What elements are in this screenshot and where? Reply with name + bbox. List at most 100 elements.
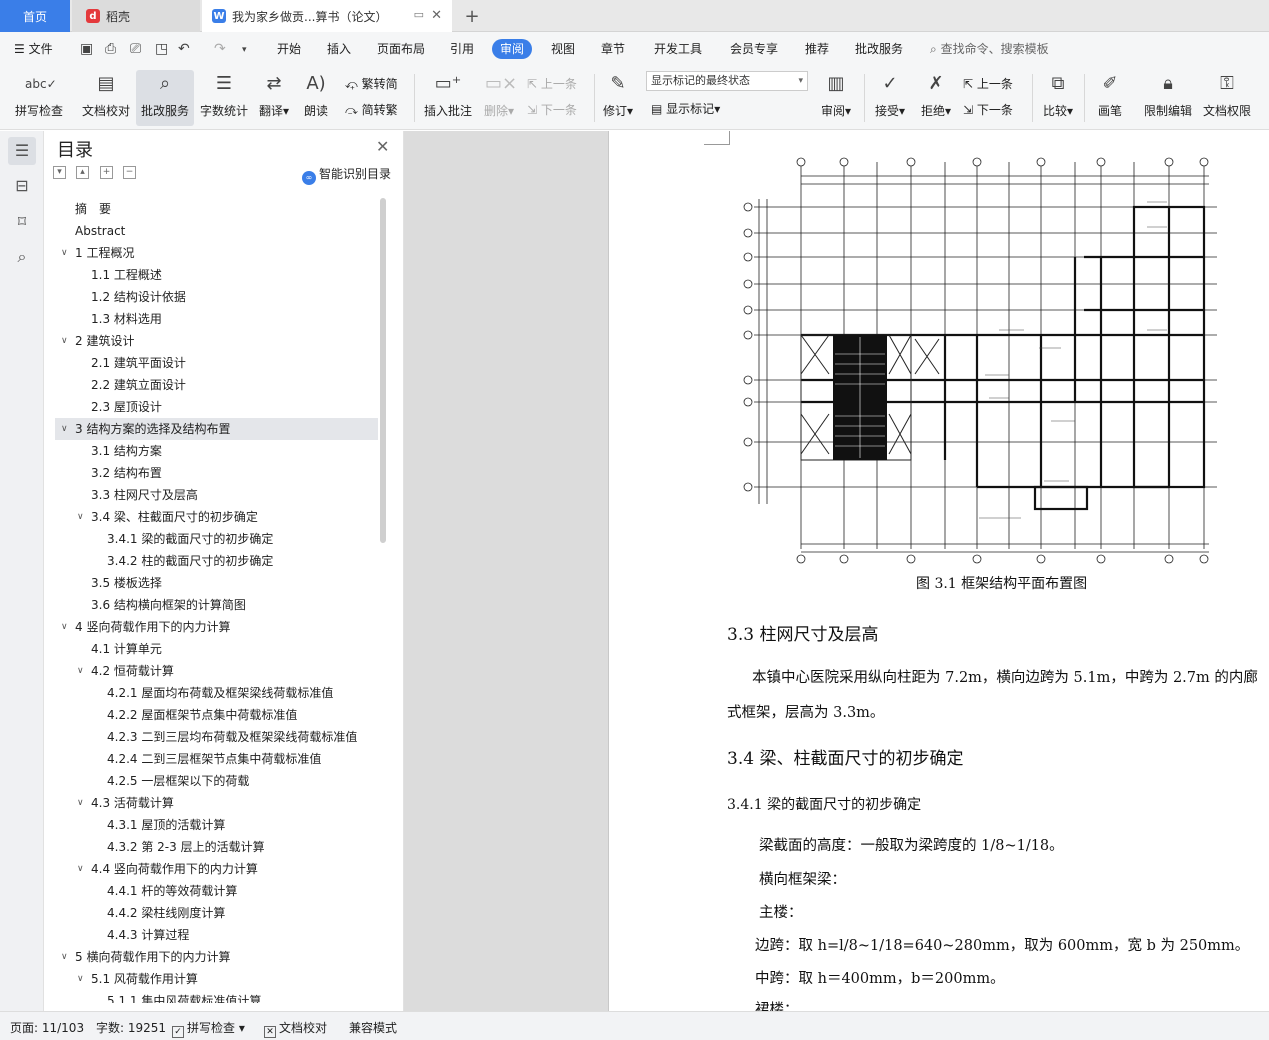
word-count-indicator[interactable]: 字数: 19251	[96, 1019, 166, 1036]
toc-item[interactable]: 3.5 楼板选择	[55, 572, 378, 594]
export-icon[interactable]: ⎙	[105, 41, 116, 57]
menu-chapter[interactable]: 章节	[601, 39, 625, 59]
next-change-button[interactable]: ⇲ 下一条	[963, 101, 1013, 118]
toc-item[interactable]: 3.2 结构布置	[55, 462, 378, 484]
toc-item[interactable]: 5.1.1 集中风荷载标准值计算	[55, 990, 378, 1003]
expand-all-icon[interactable]: ▴	[76, 166, 89, 179]
toc-item[interactable]: ∨ 5 横向荷载作用下的内力计算	[55, 946, 378, 968]
preview-icon[interactable]: ◳	[155, 41, 168, 57]
translate-button[interactable]: ⇄ 翻译▾	[256, 70, 292, 119]
prev-change-button[interactable]: ⇱ 上一条	[963, 75, 1013, 92]
chevron-down-icon[interactable]: ∨	[61, 418, 68, 440]
read-aloud-button[interactable]: A) 朗读	[300, 70, 332, 119]
scrollbar-thumb[interactable]	[380, 198, 386, 543]
toc-item[interactable]: 2.2 建筑立面设计	[55, 374, 378, 396]
menu-page-layout[interactable]: 页面布局	[377, 39, 425, 59]
toc-icon[interactable]: ☰	[8, 137, 36, 165]
chevron-down-icon[interactable]: ∨	[61, 242, 68, 264]
toc-item[interactable]: 3.4.1 梁的截面尺寸的初步确定	[55, 528, 378, 550]
chevron-down-icon[interactable]: ∨	[61, 946, 68, 968]
menu-insert[interactable]: 插入	[327, 39, 351, 59]
save-icon[interactable]: ▣	[80, 41, 93, 57]
next-comment-button[interactable]: ⇲ 下一条	[527, 101, 577, 118]
toc-item[interactable]: 1.1 工程概述	[55, 264, 378, 286]
remove-heading-icon[interactable]: −	[123, 166, 136, 179]
toc-item[interactable]: 4.3.2 第 2-3 层上的活载计算	[55, 836, 378, 858]
toc-item[interactable]: ∨ 5.1 风荷载作用计算	[55, 968, 378, 990]
close-icon[interactable]: ✕	[376, 137, 389, 156]
tab-home[interactable]: 首页	[0, 0, 70, 32]
menu-review[interactable]: 审阅	[492, 39, 533, 59]
trad-to-simp-button[interactable]: ⤽ 繁转简	[345, 75, 398, 92]
toc-item[interactable]: 4.2.5 一层框架以下的荷载	[55, 770, 378, 792]
toc-item[interactable]: ∨ 4 竖向荷载作用下的内力计算	[55, 616, 378, 638]
toc-item[interactable]: 3.4.2 柱的截面尺寸的初步确定	[55, 550, 378, 572]
toc-item[interactable]: ∨ 3.4 梁、柱截面尺寸的初步确定	[55, 506, 378, 528]
add-heading-icon[interactable]: +	[100, 166, 113, 179]
review-pane-button[interactable]: ▥ 审阅▾	[816, 70, 856, 119]
tab-daoke[interactable]: d 稻壳	[72, 0, 200, 32]
toc-item[interactable]: 4.2.3 二到三层均布荷载及框架梁线荷载标准值	[55, 726, 378, 748]
revise-button[interactable]: ✎ 修订▾	[600, 70, 636, 119]
close-tab-icon[interactable]: ✕	[431, 8, 442, 23]
toc-item[interactable]: 4.2.2 屋面框架节点集中荷载标准值	[55, 704, 378, 726]
show-markup-button[interactable]: ▤ 显示标记▾	[651, 100, 720, 117]
delete-comment-button[interactable]: ▭× 删除▾	[480, 70, 518, 119]
markup-state-select[interactable]: 显示标记的最终状态 ▾	[646, 71, 808, 91]
collapse-all-icon[interactable]: ▾	[53, 166, 66, 179]
toc-item[interactable]: 摘 要	[55, 198, 378, 220]
menu-start[interactable]: 开始	[277, 39, 301, 59]
restrict-edit-button[interactable]: 🔒︎ 限制编辑	[1140, 70, 1196, 119]
toc-item[interactable]: 4.2.1 屋面均布荷载及框架梁线荷载标准值	[55, 682, 378, 704]
smart-toc-button[interactable]: ∞ 智能识别目录	[302, 165, 391, 185]
toc-item[interactable]: ∨ 4.3 活荷载计算	[55, 792, 378, 814]
status-doc-check[interactable]: ✕ 文档校对	[264, 1019, 327, 1038]
chevron-down-icon[interactable]: ∨	[77, 660, 84, 682]
toc-item[interactable]: ∨ 4.4 竖向荷载作用下的内力计算	[55, 858, 378, 880]
chevron-down-icon[interactable]: ∨	[77, 506, 84, 528]
menu-review-service[interactable]: 批改服务	[855, 39, 903, 59]
menu-developer[interactable]: 开发工具	[654, 39, 702, 59]
window-icon[interactable]: ▭	[414, 8, 424, 21]
chevron-down-icon[interactable]: ∨	[61, 330, 68, 352]
word-count-button[interactable]: ☰ 字数统计	[198, 70, 250, 119]
redo-icon[interactable]: ↷	[214, 41, 226, 57]
compare-button[interactable]: ⧉ 比较▾	[1038, 70, 1078, 119]
doc-check-button[interactable]: ▤ 文档校对	[78, 70, 134, 119]
toc-item[interactable]: ∨ 2 建筑设计	[55, 330, 378, 352]
chevron-down-icon[interactable]: ∨	[61, 616, 68, 638]
search-icon[interactable]: ⌕	[8, 243, 36, 271]
toc-item[interactable]: 4.2.4 二到三层框架节点集中荷载标准值	[55, 748, 378, 770]
toc-scrollbar[interactable]	[379, 198, 387, 1008]
toc-item[interactable]: 1.3 材料选用	[55, 308, 378, 330]
menu-member[interactable]: 会员专享	[730, 39, 778, 59]
page-indicator[interactable]: 页面: 11/103	[10, 1019, 84, 1036]
chevron-down-icon[interactable]: ∨	[77, 968, 84, 990]
tab-document[interactable]: W 我为家乡做贡...算书（论文） ▭ ✕	[202, 0, 452, 32]
reject-button[interactable]: ✗ 拒绝▾	[916, 70, 956, 119]
toc-item[interactable]: 4.4.2 梁柱线刚度计算	[55, 902, 378, 924]
toc-item[interactable]: 4.1 计算单元	[55, 638, 378, 660]
bookmark-icon[interactable]: ⌑	[8, 208, 36, 236]
toc-item[interactable]: 4.4.1 杆的等效荷载计算	[55, 880, 378, 902]
menu-view[interactable]: 视图	[551, 39, 575, 59]
chevron-down-icon[interactable]: ∨	[77, 858, 84, 880]
toc-item[interactable]: Abstract	[55, 220, 378, 242]
command-search[interactable]: ⌕ 查找命令、搜索模板	[930, 39, 1049, 59]
simp-to-trad-button[interactable]: ⤼ 简转繁	[345, 101, 398, 118]
toc-item[interactable]: 2.3 屋顶设计	[55, 396, 378, 418]
toc-item[interactable]: 1.2 结构设计依据	[55, 286, 378, 308]
chevron-down-icon[interactable]: ∨	[77, 792, 84, 814]
toc-item[interactable]: ∨ 4.2 恒荷载计算	[55, 660, 378, 682]
insert-comment-button[interactable]: ▭⁺ 插入批注	[422, 70, 474, 119]
pen-button[interactable]: ✐ 画笔	[1092, 70, 1128, 119]
status-spellcheck[interactable]: ✓ 拼写检查 ▾	[172, 1019, 245, 1038]
quick-access-more-icon[interactable]: ▾	[242, 45, 247, 55]
document-page[interactable]: 图 3.1 框架结构平面布置图 3.3 柱网尺寸及层高 本镇中心医院采用纵向柱距…	[608, 131, 1269, 1011]
toc-item[interactable]: 3.3 柱网尺寸及层高	[55, 484, 378, 506]
file-menu[interactable]: ☰ 文件	[14, 39, 53, 59]
toc-item[interactable]: 2.1 建筑平面设计	[55, 352, 378, 374]
toc-item[interactable]: 3.6 结构横向框架的计算简图	[55, 594, 378, 616]
new-tab-icon[interactable]: +	[460, 0, 484, 32]
toc-item[interactable]: ∨ 1 工程概况	[55, 242, 378, 264]
